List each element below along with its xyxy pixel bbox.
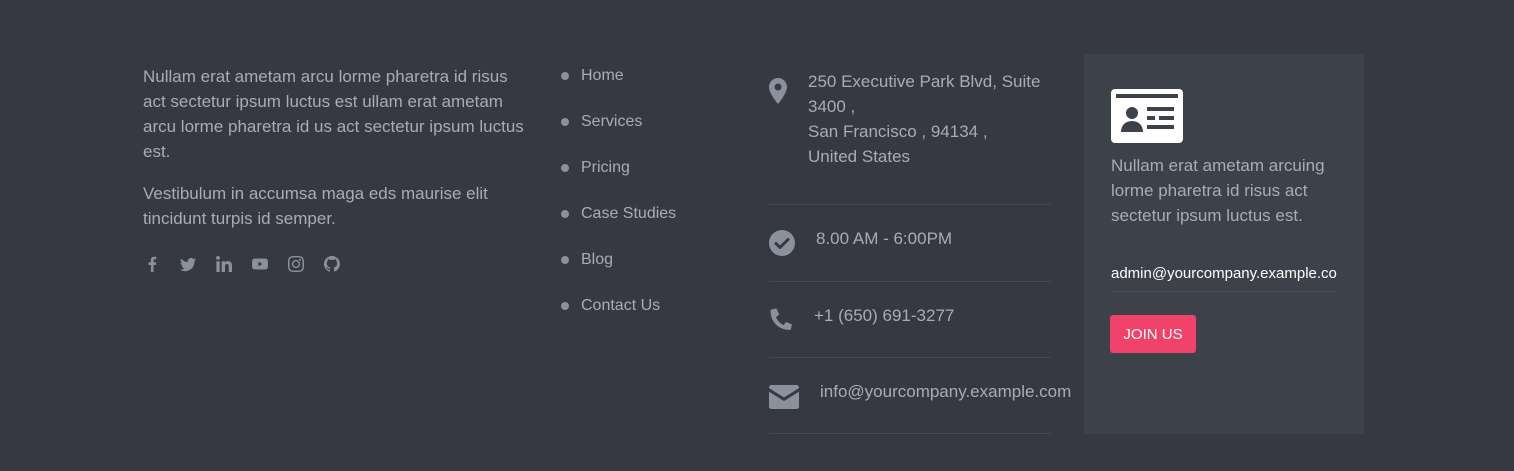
social-links bbox=[143, 255, 359, 272]
bullet-icon bbox=[561, 302, 569, 310]
join-us-button[interactable]: JOIN US bbox=[1110, 315, 1196, 353]
email-row: info@yourcompany.example.com bbox=[769, 358, 1071, 434]
nav-link-home[interactable]: Home bbox=[561, 64, 676, 88]
nav-link-blog[interactable]: Blog bbox=[561, 248, 676, 272]
email-text[interactable]: info@yourcompany.example.com bbox=[820, 379, 1071, 404]
address-text: 250 Executive Park Blvd, Suite 3400 , Sa… bbox=[808, 69, 1040, 169]
address-line-4: United States bbox=[808, 147, 911, 166]
check-circle-icon bbox=[769, 230, 795, 261]
facebook-icon[interactable] bbox=[143, 255, 160, 272]
github-icon[interactable] bbox=[323, 255, 340, 272]
hours-row: 8.00 AM - 6:00PM bbox=[769, 205, 1051, 282]
bullet-icon bbox=[561, 210, 569, 218]
address-line-2: 3400 , bbox=[808, 97, 856, 116]
address-line-1: 250 Executive Park Blvd, Suite bbox=[808, 72, 1041, 91]
newsletter-description: Nullam erat ametam arcuing lorme pharetr… bbox=[1111, 156, 1325, 225]
envelope-icon bbox=[769, 385, 799, 414]
phone-row: +1 (650) 691-3277 bbox=[769, 282, 1051, 358]
map-marker-icon bbox=[769, 78, 787, 109]
nav-link-case-studies[interactable]: Case Studies bbox=[561, 202, 676, 226]
hours-text: 8.00 AM - 6:00PM bbox=[816, 229, 953, 248]
newsletter-card: Nullam erat ametam arcuing lorme pharetr… bbox=[1084, 54, 1364, 434]
bullet-icon bbox=[561, 72, 569, 80]
bullet-icon bbox=[561, 164, 569, 172]
nav-link-label: Services bbox=[581, 113, 643, 130]
bullet-icon bbox=[561, 118, 569, 126]
newsletter-email-input[interactable] bbox=[1111, 256, 1337, 292]
nav-link-label: Contact Us bbox=[581, 297, 661, 314]
instagram-icon[interactable] bbox=[287, 255, 304, 272]
nav-link-services[interactable]: Services bbox=[561, 110, 676, 134]
nav-link-label: Pricing bbox=[581, 159, 630, 176]
about-paragraph-2: Vestibulum in accumsa maga eds maurise e… bbox=[143, 184, 488, 228]
twitter-icon[interactable] bbox=[179, 255, 196, 272]
nav-link-contact-us[interactable]: Contact Us bbox=[561, 294, 676, 318]
linkedin-icon[interactable] bbox=[215, 255, 232, 272]
nav-link-label: Blog bbox=[581, 251, 614, 268]
nav-link-pricing[interactable]: Pricing bbox=[561, 156, 676, 180]
youtube-icon[interactable] bbox=[251, 255, 268, 272]
footer-nav: Home Services Pricing Case Studies Blog … bbox=[561, 64, 676, 340]
bullet-icon bbox=[561, 256, 569, 264]
phone-text: +1 (650) 691-3277 bbox=[814, 306, 955, 325]
about-section: Nullam erat ametam arcu lorme pharetra i… bbox=[143, 64, 533, 231]
contact-info: 250 Executive Park Blvd, Suite 3400 , Sa… bbox=[769, 54, 1071, 434]
address-line-3: San Francisco , 94134 , bbox=[808, 122, 988, 141]
address-row: 250 Executive Park Blvd, Suite 3400 , Sa… bbox=[769, 54, 1051, 205]
nav-link-label: Home bbox=[581, 67, 624, 84]
about-paragraph-1: Nullam erat ametam arcu lorme pharetra i… bbox=[143, 67, 524, 161]
id-card-icon bbox=[1111, 89, 1183, 148]
phone-icon bbox=[769, 307, 793, 336]
nav-link-label: Case Studies bbox=[581, 205, 677, 222]
site-footer: Nullam erat ametam arcu lorme pharetra i… bbox=[0, 0, 1514, 471]
